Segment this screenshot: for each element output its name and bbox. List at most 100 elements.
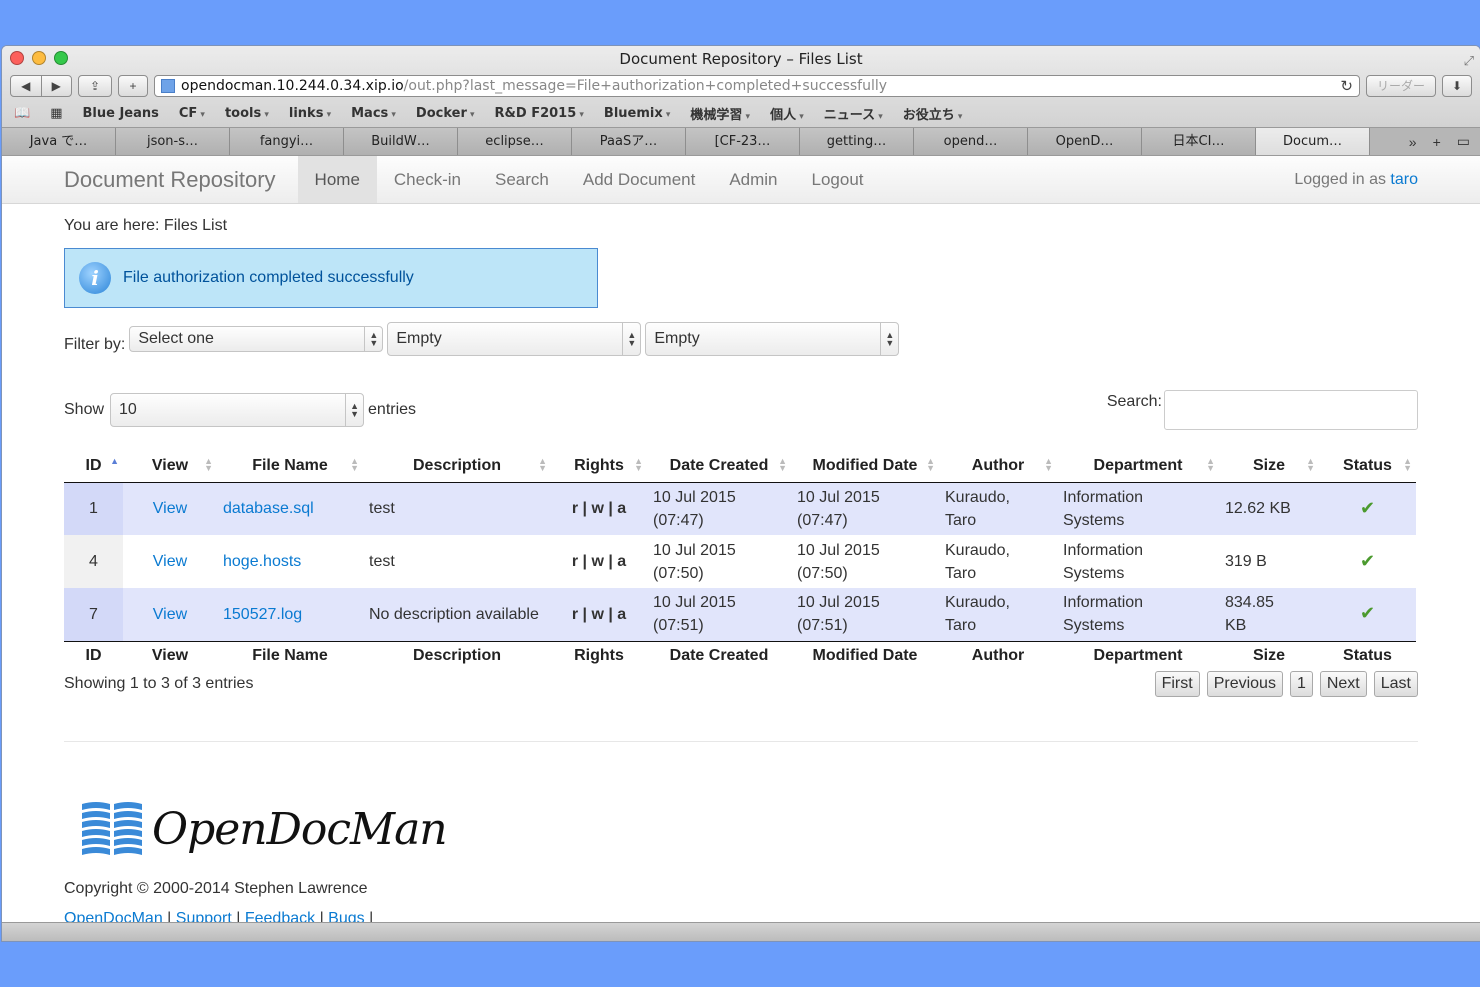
bookmark-folder[interactable]: R&D F2015: [495, 106, 584, 121]
add-tab-icon[interactable]: +: [1433, 134, 1441, 150]
bookmark-folder[interactable]: お役立ち: [903, 104, 963, 123]
bookmark-folder[interactable]: 機械学習: [690, 104, 750, 123]
view-link[interactable]: View: [153, 606, 187, 623]
browser-tab[interactable]: getting…: [800, 128, 914, 155]
logo-text: OpenDocMan: [152, 803, 448, 855]
column-header-author[interactable]: Author ▲ ▼: [939, 450, 1057, 483]
browser-tab[interactable]: json-s…: [116, 128, 230, 155]
search-label: Search:: [1106, 393, 1162, 410]
table-row: 7 View 150527.log No description availab…: [64, 588, 1416, 642]
user-link[interactable]: taro: [1390, 171, 1418, 188]
next-page-button[interactable]: Next: [1319, 671, 1367, 697]
bookmark-folder[interactable]: ニュース: [824, 104, 883, 123]
browser-tab[interactable]: [CF-23…: [686, 128, 800, 155]
zoom-window-button[interactable]: [54, 51, 68, 65]
column-header-description[interactable]: Description ▲ ▼: [363, 450, 551, 483]
browser-tab[interactable]: Java で…: [2, 128, 116, 155]
column-header-status[interactable]: Status ▲ ▼: [1319, 450, 1416, 483]
last-page-button[interactable]: Last: [1373, 671, 1418, 697]
footer-divider: [64, 741, 1418, 742]
cell-date-created: 10 Jul 2015 (07:50): [653, 541, 736, 582]
footer-rights: Rights: [574, 647, 624, 665]
cell-description: test: [369, 553, 395, 570]
cell-id: 4: [64, 535, 123, 588]
entries-per-page-select[interactable]: 10 ▲ ▼: [110, 393, 365, 427]
reading-list-icon[interactable]: 📖: [14, 106, 30, 121]
column-header-size[interactable]: Size ▲ ▼: [1219, 450, 1319, 483]
first-page-button[interactable]: First: [1154, 671, 1200, 697]
bookmark-folder[interactable]: tools: [225, 106, 269, 121]
bookmark-folder[interactable]: 個人: [770, 104, 804, 123]
nav-search[interactable]: Search: [478, 156, 566, 203]
url-path: /out.php?last_message=File+authorization…: [403, 78, 888, 94]
bookmark-folder[interactable]: CF: [179, 106, 205, 121]
bookmark-folder[interactable]: Macs: [351, 106, 396, 121]
more-tabs-icon[interactable]: »: [1409, 134, 1417, 150]
bookmark-folder[interactable]: Bluemix: [604, 106, 670, 121]
logged-in-status: Logged in as taro: [1294, 156, 1418, 203]
select-arrows-icon: ▲ ▼: [622, 323, 640, 355]
footer-modified-date: Modified Date: [812, 647, 918, 665]
breadcrumb: You are here: Files List: [64, 217, 228, 234]
top-sites-icon[interactable]: ▦: [50, 106, 62, 121]
previous-page-button[interactable]: Previous: [1206, 671, 1283, 697]
filter-select-value-1[interactable]: Empty ▲ ▼: [387, 322, 642, 356]
table-footer-row: ID View File Name Description Rights Dat…: [64, 641, 1416, 671]
favicon-icon: [161, 79, 175, 93]
bookmark-folder[interactable]: links: [289, 106, 331, 121]
browser-tab[interactable]: eclipse…: [458, 128, 572, 155]
address-bar[interactable]: opendocman.10.244.0.34.xip.io/out.php?la…: [154, 75, 1360, 97]
column-header-rights[interactable]: Rights ▲ ▼: [551, 450, 647, 483]
fullscreen-icon[interactable]: ⤢: [1464, 49, 1474, 75]
search-input[interactable]: [1164, 390, 1418, 430]
filter-select-field[interactable]: Select one ▲ ▼: [129, 326, 384, 352]
reader-button[interactable]: リーダー: [1366, 75, 1436, 97]
minimize-window-button[interactable]: [32, 51, 46, 65]
browser-tab[interactable]: BuildW…: [344, 128, 458, 155]
reload-icon[interactable]: ↻: [1340, 77, 1353, 95]
logged-in-label: Logged in as: [1294, 171, 1386, 188]
browser-tab-active[interactable]: Docum…: [1256, 128, 1370, 155]
share-button[interactable]: ⇪: [78, 75, 112, 97]
browser-tab[interactable]: fangyi…: [230, 128, 344, 155]
column-header-date-created[interactable]: Date Created ▲ ▼: [647, 450, 791, 483]
filter-select-value-2[interactable]: Empty ▲ ▼: [645, 322, 900, 356]
file-name-link[interactable]: 150527.log: [223, 606, 302, 623]
forward-button[interactable]: ▶: [42, 76, 72, 96]
page-1-button[interactable]: 1: [1289, 671, 1313, 697]
browser-tab[interactable]: OpenD…: [1028, 128, 1142, 155]
alert-message: File authorization completed successfull…: [123, 269, 414, 286]
column-header-view[interactable]: View ▲ ▼: [123, 450, 217, 483]
back-button[interactable]: ◀: [11, 76, 42, 96]
sort-icon: ▲ ▼: [634, 456, 643, 473]
column-header-modified-date[interactable]: Modified Date ▲ ▼: [791, 450, 939, 483]
column-header-id[interactable]: ID ▲: [64, 450, 123, 483]
browser-tab[interactable]: 日本CI…: [1142, 128, 1256, 155]
browser-tab[interactable]: opend…: [914, 128, 1028, 155]
book-icon: [82, 802, 142, 855]
footer-author: Author: [971, 647, 1025, 665]
table-search: Search:: [1107, 390, 1418, 430]
tab-overview-icon[interactable]: ▭: [1457, 133, 1470, 150]
view-link[interactable]: View: [153, 553, 187, 570]
file-name-link[interactable]: database.sql: [223, 500, 314, 517]
filter-bar: Filter by: Select one ▲ ▼ Empty ▲ ▼ Empty …: [64, 322, 1418, 356]
nav-add-document[interactable]: Add Document: [566, 156, 712, 203]
nav-logout[interactable]: Logout: [795, 156, 881, 203]
nav-home[interactable]: Home: [297, 156, 377, 203]
new-tab-button[interactable]: +: [118, 75, 148, 97]
file-name-link[interactable]: hoge.hosts: [223, 553, 301, 570]
column-header-file-name[interactable]: File Name ▲ ▼: [217, 450, 363, 483]
nav-check-in[interactable]: Check-in: [377, 156, 478, 203]
browser-tab[interactable]: PaaSア…: [572, 128, 686, 155]
view-link[interactable]: View: [153, 500, 187, 517]
bookmark-folder[interactable]: Docker: [416, 106, 475, 121]
close-window-button[interactable]: [10, 51, 24, 65]
bookmark-item[interactable]: Blue Jeans: [82, 106, 158, 121]
column-header-department[interactable]: Department ▲ ▼: [1057, 450, 1219, 483]
downloads-button[interactable]: ⬇: [1442, 75, 1472, 97]
nav-admin[interactable]: Admin: [712, 156, 794, 203]
site-brand[interactable]: Document Repository: [64, 156, 276, 203]
url-host: opendocman.10.244.0.34.xip.io: [181, 78, 404, 94]
footer-department: Department: [1093, 647, 1183, 665]
